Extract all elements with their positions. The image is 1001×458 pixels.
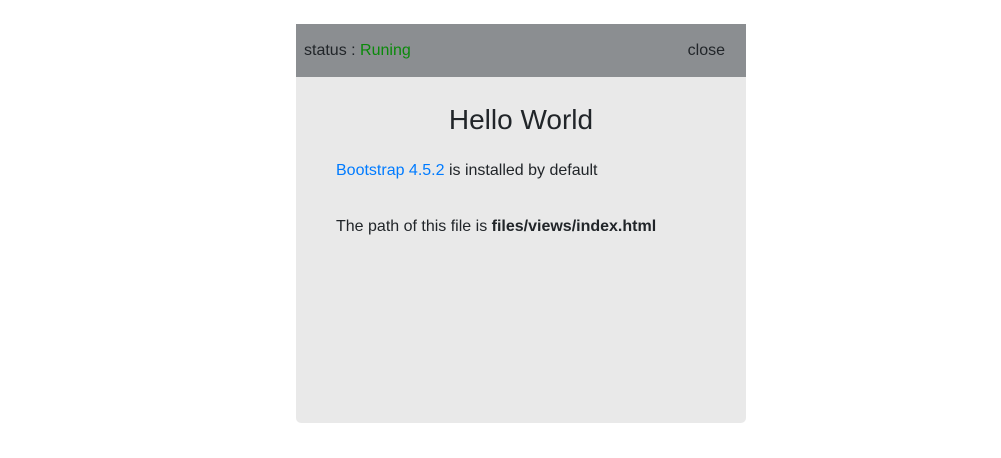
bootstrap-link[interactable]: Bootstrap 4.5.2 [336, 162, 445, 179]
app-card: status : Runing close Hello World Bootst… [296, 24, 746, 423]
page-title: Hello World [448, 104, 594, 135]
file-path: files/views/index.html [491, 218, 657, 235]
status-bar: status : Runing close [296, 24, 746, 77]
close-button[interactable]: close [688, 42, 725, 60]
path-info: The path of this file is files/views/ind… [336, 218, 656, 236]
status-value: Runing [360, 42, 411, 59]
bootstrap-info: Bootstrap 4.5.2 is installed by default [336, 162, 598, 180]
status-label: status : [304, 42, 361, 59]
path-text: The path of this file is [336, 218, 492, 235]
bootstrap-text: is installed by default [444, 162, 598, 179]
status: status : Runing [304, 42, 411, 60]
